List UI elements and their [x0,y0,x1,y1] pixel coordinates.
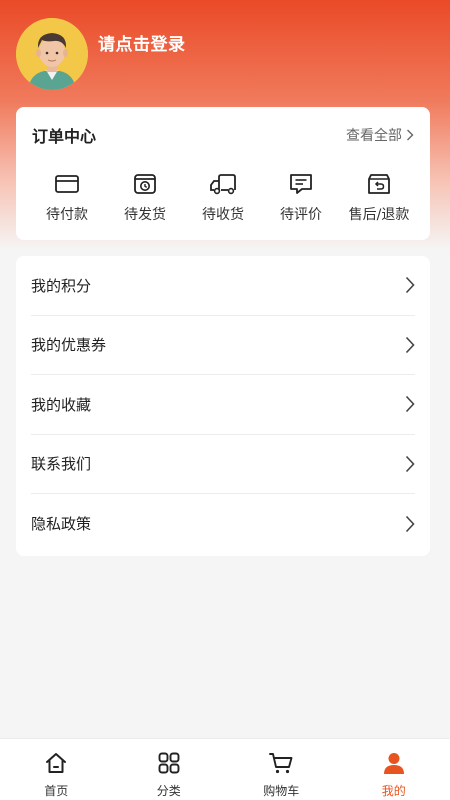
bottom-tab-bar: 首页 分类 购物车 我的 [0,738,450,800]
tab-label: 购物车 [263,784,300,798]
order-status-pending-shipment[interactable]: 待发货 [106,171,184,224]
wallet-icon [53,171,81,197]
order-center-card: 订单中心 查看全部 待付款 待发货 待收货 待评价 售后/退款 [16,107,430,240]
order-status-pending-payment[interactable]: 待付款 [28,171,106,224]
menu-item-label: 隐私政策 [31,515,92,534]
order-status-after-sales[interactable]: 售后/退款 [340,171,418,224]
order-center-title: 订单中心 [32,127,97,146]
menu-item-coupons[interactable]: 我的优惠券 [31,316,415,375]
cart-icon [268,750,294,776]
order-status-row: 待付款 待发货 待收货 待评价 售后/退款 [16,163,430,224]
view-all-label: 查看全部 [346,128,402,144]
chevron-right-icon [405,336,415,353]
profile-section: 请点击登录 [16,18,186,90]
return-box-icon [365,171,393,197]
menu-item-label: 我的优惠券 [31,336,107,355]
user-icon [381,750,407,776]
home-icon [43,750,69,776]
menu-item-contact-us[interactable]: 联系我们 [31,435,415,494]
order-status-pending-review[interactable]: 待评价 [262,171,340,224]
chevron-right-icon [405,396,415,413]
order-status-pending-receipt[interactable]: 待收货 [184,171,262,224]
order-center-header: 订单中心 查看全部 [16,107,430,163]
menu-item-label: 我的收藏 [31,395,92,414]
comment-icon [287,171,315,197]
chevron-right-icon [405,515,415,532]
menu-item-privacy-policy[interactable]: 隐私政策 [31,494,415,554]
order-status-label: 待发货 [124,207,166,223]
menu-item-favorites[interactable]: 我的收藏 [31,375,415,435]
menu-item-points[interactable]: 我的积分 [31,256,415,316]
chevron-right-icon [405,277,415,294]
tab-label: 我的 [381,784,406,798]
tab-home[interactable]: 首页 [0,739,113,800]
tab-label: 分类 [156,784,181,798]
chevron-right-icon [405,455,415,472]
category-grid-icon [156,750,182,776]
menu-card: 我的积分 我的优惠券 我的收藏 联系我们 隐私政策 [16,256,430,556]
order-status-label: 待付款 [46,207,88,223]
menu-item-label: 我的积分 [31,276,92,295]
avatar-illustration [16,18,88,90]
avatar[interactable] [16,18,88,90]
chevron-right-icon [407,129,414,141]
view-all-orders-link[interactable]: 查看全部 [346,125,414,145]
menu-item-label: 联系我们 [31,455,92,474]
tab-category[interactable]: 分类 [113,739,226,800]
tab-label: 首页 [44,784,69,798]
tab-cart[interactable]: 购物车 [225,739,338,800]
order-status-label: 待收货 [202,207,244,223]
tab-mine[interactable]: 我的 [338,739,450,800]
truck-icon [209,171,237,197]
package-clock-icon [131,171,159,197]
order-status-label: 售后/退款 [348,207,410,223]
order-status-label: 待评价 [280,207,322,223]
login-prompt[interactable]: 请点击登录 [98,30,186,55]
